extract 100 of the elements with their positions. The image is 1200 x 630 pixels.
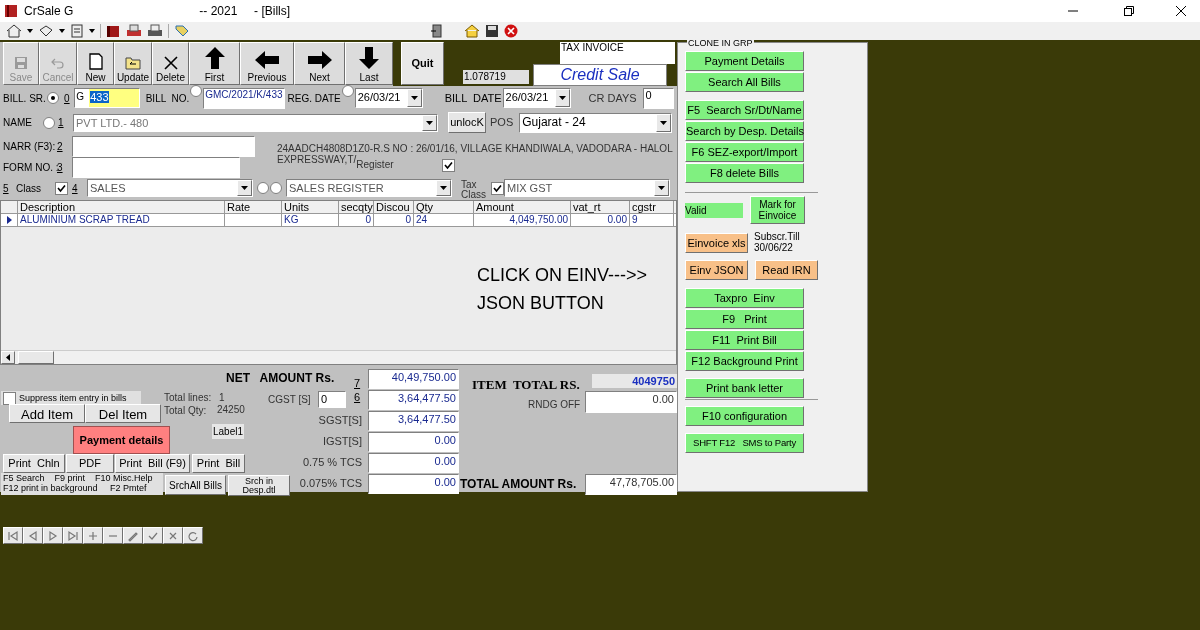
einvoice-button[interactable]: Einvoice xls [685, 233, 748, 253]
side-button[interactable]: Search All Bills [685, 72, 804, 92]
checkbox[interactable] [55, 181, 68, 195]
bill-series-field[interactable]: G 433 [74, 88, 140, 108]
toolbar-button[interactable]: Delete [152, 42, 189, 85]
amount-field[interactable]: 3,64,477.50 [368, 411, 459, 431]
column-header[interactable]: Rate [225, 201, 282, 213]
print-button[interactable]: Print Bill [192, 454, 245, 473]
bill-number-field[interactable]: GMC/2021/K/433 [203, 87, 285, 109]
amount-field[interactable]: 0.00 [368, 432, 459, 452]
combo-box[interactable]: SALES REGISTER [286, 179, 452, 197]
side-button[interactable]: F8 delete Bills [685, 163, 804, 183]
navigator-button[interactable] [103, 527, 123, 544]
side-button[interactable]: F11 Print Bill [685, 330, 804, 350]
checkbox[interactable] [3, 391, 16, 405]
caret-icon[interactable] [89, 29, 95, 33]
side-button[interactable]: Taxpro Einv [685, 288, 804, 308]
radio-button[interactable] [341, 85, 354, 97]
search-button[interactable]: SrchAll Bills [165, 475, 226, 495]
checkbox[interactable] [491, 181, 504, 195]
side-button[interactable]: F12 Background Print [685, 351, 804, 371]
navigator-button[interactable] [123, 527, 143, 544]
side-button[interactable]: F10 configuration [685, 406, 804, 426]
radio-button[interactable] [257, 182, 269, 194]
search-button[interactable]: Srch in Desp.dtl [228, 475, 290, 496]
column-header[interactable]: Discou [374, 201, 414, 213]
book-icon[interactable] [106, 24, 121, 38]
side-button[interactable]: Search by Desp. Details [685, 121, 804, 141]
form-number-field[interactable] [72, 157, 240, 178]
navigator-button[interactable] [43, 527, 63, 544]
dropdown-button[interactable] [406, 89, 422, 107]
dropdown-button[interactable] [654, 180, 669, 196]
amount-field[interactable]: 0.00 [368, 474, 459, 494]
einvoice-button[interactable]: Einv JSON [685, 260, 748, 280]
unlock-button[interactable]: unlocK [448, 112, 486, 133]
navigator-button[interactable] [183, 527, 203, 544]
dropdown-button[interactable] [436, 180, 451, 196]
restore-icon[interactable] [1124, 6, 1134, 16]
print-button[interactable]: PDF [66, 454, 114, 473]
printer-icon[interactable] [126, 24, 142, 38]
toolbar-button[interactable]: Update [114, 42, 152, 85]
combo-box[interactable]: 26/03/21 [502, 88, 571, 108]
printer-icon[interactable] [147, 24, 163, 38]
toolbar-button[interactable]: Next [294, 42, 345, 85]
horizontal-scrollbar[interactable] [1, 350, 676, 364]
quit-button[interactable]: Quit [401, 42, 444, 85]
narration-field[interactable] [72, 135, 255, 157]
radio-button[interactable] [270, 182, 282, 194]
door-icon[interactable] [430, 24, 444, 38]
radio-button[interactable] [47, 92, 60, 104]
column-header[interactable]: cgstr [630, 201, 674, 213]
navigator-button[interactable] [23, 527, 43, 544]
side-button[interactable]: F5 Search Sr/Dt/Name [685, 100, 804, 120]
einvoice-button[interactable]: Read IRN [755, 260, 818, 280]
toolbar-button[interactable]: First [189, 42, 240, 85]
caret-icon[interactable] [59, 29, 65, 33]
caret-icon[interactable] [27, 29, 33, 33]
column-header[interactable]: Description [18, 201, 225, 213]
tax-rate-field[interactable]: 0 [318, 391, 346, 408]
column-header[interactable]: secqty [339, 201, 374, 213]
radio-button[interactable] [43, 116, 55, 129]
side-button[interactable]: Payment Details [685, 51, 804, 71]
close-icon[interactable] [1176, 6, 1186, 16]
mark-einvoice-button[interactable]: Mark for Einvoice [750, 196, 805, 224]
suppress-option[interactable]: Suppress item entry in bills [1, 391, 141, 405]
credit-days-field[interactable]: 0 [642, 87, 674, 109]
dropdown-button[interactable] [237, 180, 252, 196]
navigator-button[interactable] [163, 527, 183, 544]
toolbar-button[interactable]: Last [345, 42, 393, 85]
dropdown-button[interactable] [554, 89, 570, 107]
checkbox[interactable] [441, 159, 455, 172]
combo-box[interactable]: Gujarat - 24 [519, 112, 673, 133]
column-header[interactable]: vat_rt [571, 201, 630, 213]
delete-item-button[interactable]: Del Item [85, 404, 161, 423]
combo-box[interactable]: MIX GST [504, 179, 670, 197]
document-icon[interactable] [70, 24, 84, 38]
house-icon[interactable] [464, 24, 480, 38]
column-header[interactable]: Qty [414, 201, 474, 213]
column-header[interactable]: Amount [474, 201, 571, 213]
column-header[interactable]: Units [282, 201, 339, 213]
radio-button[interactable] [190, 85, 203, 97]
tag-icon[interactable] [174, 24, 190, 38]
floppy-icon[interactable] [485, 24, 499, 38]
navigator-button[interactable] [83, 527, 103, 544]
combo-box[interactable]: PVT LTD.- 480 [73, 113, 438, 132]
navigator-button[interactable] [63, 527, 83, 544]
house-icon[interactable] [6, 24, 22, 38]
amount-field[interactable]: 40,49,750.00 [368, 369, 459, 389]
side-button[interactable]: SHFT F12 SMS to Party [685, 433, 804, 453]
combo-box[interactable]: SALES [87, 179, 253, 197]
rounding-field[interactable]: 0.00 [585, 391, 677, 413]
amount-field[interactable]: 3,64,477.50 [368, 390, 459, 410]
payment-details-button[interactable]: Payment details [73, 426, 170, 454]
side-button[interactable]: F6 SEZ-export/Import [685, 142, 804, 162]
toolbar-button[interactable]: Previous [240, 42, 294, 85]
side-button[interactable]: Print bank letter [685, 378, 804, 398]
scroll-thumb[interactable] [18, 351, 54, 364]
navigator-button[interactable] [143, 527, 163, 544]
print-button[interactable]: Print Bill (F9) [115, 454, 190, 473]
total-amount-field[interactable]: 47,78,705.00 [585, 474, 677, 495]
